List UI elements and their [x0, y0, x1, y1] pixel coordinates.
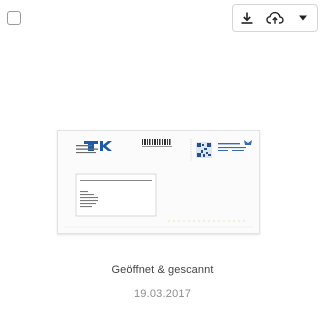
document-thumbnail[interactable] — [57, 130, 260, 234]
more-actions-dropdown[interactable] — [289, 5, 317, 31]
document-date: 19.03.2017 — [133, 288, 192, 300]
upload-to-cloud-button[interactable] — [261, 5, 288, 31]
download-icon — [241, 12, 253, 24]
select-checkbox[interactable] — [7, 11, 21, 25]
scanned-letter-image — [58, 131, 259, 233]
postage-qr-code — [196, 142, 212, 158]
document-title: Geöffnet & gescannt — [111, 264, 214, 276]
caret-down-icon — [298, 15, 307, 21]
document-actions — [232, 4, 318, 32]
document-card[interactable]: Geöffnet & gescannt 19.03.2017 — [0, 0, 325, 318]
cloud-upload-icon — [266, 11, 284, 24]
download-button[interactable] — [233, 5, 261, 31]
